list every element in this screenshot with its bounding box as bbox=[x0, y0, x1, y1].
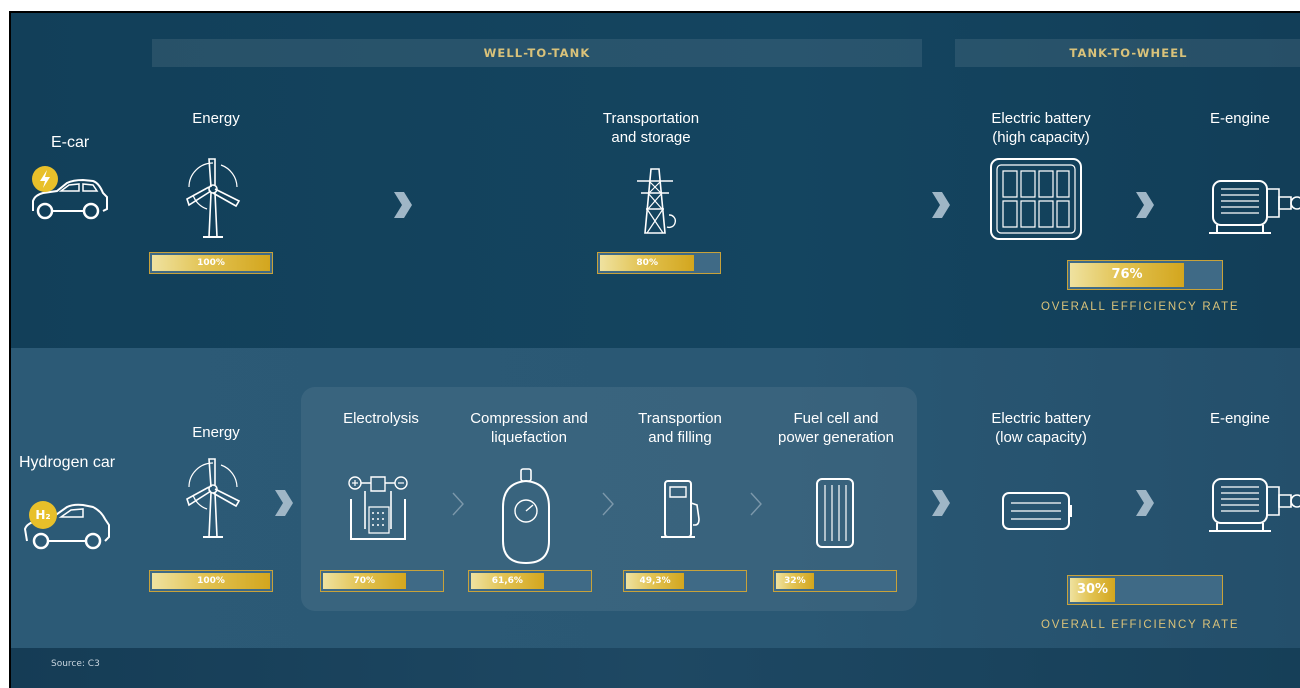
chevron-right-icon bbox=[1136, 192, 1154, 218]
chevron-right-icon bbox=[932, 490, 950, 516]
footer-band bbox=[11, 648, 1300, 688]
ecar-energy-value: 100% bbox=[197, 258, 225, 268]
hydrogen-transport-bar: 49,3% bbox=[623, 570, 747, 592]
hydrogen-energy-value: 100% bbox=[197, 576, 225, 586]
chevron-right-icon bbox=[452, 492, 464, 516]
ecar-energy-bar: 100% bbox=[149, 252, 273, 274]
wind-turbine-icon bbox=[181, 451, 245, 543]
small-battery-icon bbox=[1001, 491, 1075, 531]
hydrogen-energy-bar: 100% bbox=[149, 570, 273, 592]
electric-motor-icon bbox=[1207, 473, 1300, 535]
ecar-step-energy-label: Energy bbox=[192, 110, 240, 127]
chevron-right-icon bbox=[275, 490, 293, 516]
source-note: Source: C3 bbox=[51, 659, 100, 669]
large-battery-icon bbox=[989, 157, 1083, 241]
hydrogen-step-transport-label: Transportion and filling bbox=[638, 410, 722, 446]
hydrogen-car-label: Hydrogen car bbox=[19, 454, 116, 471]
hydrogen-step-energy-label: Energy bbox=[192, 424, 240, 441]
hydrogen-fuelcell-bar: 32% bbox=[773, 570, 897, 592]
hydrogen-step-fuelcell-label: Fuel cell and power generation bbox=[778, 410, 894, 446]
ecar-step-transport-label: Transportation and storage bbox=[602, 110, 700, 146]
hydrogen-electrolysis-bar: 70% bbox=[320, 570, 444, 592]
hydrogen-fuelcell-value: 32% bbox=[784, 576, 806, 586]
chevron-right-icon bbox=[394, 192, 412, 218]
lightning-icon bbox=[32, 166, 58, 192]
efficiency-diagram: WELL-TO-TANK TANK-TO-WHEEL E-car Energy … bbox=[9, 11, 1300, 688]
ecar-overall-bar: 76% bbox=[1067, 260, 1223, 290]
chevron-right-icon bbox=[602, 492, 614, 516]
fuel-cell-icon bbox=[813, 477, 857, 549]
wind-turbine-icon bbox=[181, 151, 245, 243]
electric-motor-icon bbox=[1207, 175, 1300, 237]
hydrogen-overall-bar: 30% bbox=[1067, 575, 1223, 605]
fuel-pump-icon bbox=[661, 479, 705, 541]
hydrogen-badge: H₂ bbox=[29, 501, 57, 529]
hydrogen-overall-value: 30% bbox=[1076, 582, 1109, 597]
well-to-tank-header: WELL-TO-TANK bbox=[152, 39, 922, 67]
ecar-label: E-car bbox=[51, 134, 90, 151]
tank-to-wheel-header: TANK-TO-WHEEL bbox=[955, 39, 1300, 67]
ecar-step-battery-label: Electric battery (high capacity) bbox=[991, 110, 1091, 146]
power-pylon-icon bbox=[631, 165, 679, 235]
ecar-transport-value: 80% bbox=[636, 258, 658, 268]
hydrogen-compression-value: 61,6% bbox=[491, 576, 523, 586]
hydrogen-step-compression-label: Compression and liquefaction bbox=[470, 410, 588, 446]
chevron-right-icon bbox=[1136, 490, 1154, 516]
hydrogen-overall-label: OVERALL EFFICIENCY RATE bbox=[1041, 619, 1240, 631]
hydrogen-compression-bar: 61,6% bbox=[468, 570, 592, 592]
hydrogen-step-engine-label: E-engine bbox=[1209, 410, 1271, 427]
ecar-overall-value: 76% bbox=[1111, 267, 1143, 282]
chevron-right-icon bbox=[932, 192, 950, 218]
hydrogen-step-electrolysis-label: Electrolysis bbox=[343, 410, 419, 427]
hydrogen-electrolysis-value: 70% bbox=[353, 576, 376, 586]
electrolysis-icon bbox=[345, 473, 411, 543]
hydrogen-transport-value: 49,3% bbox=[639, 576, 671, 586]
chevron-right-icon bbox=[750, 492, 762, 516]
ecar-step-engine-label: E-engine bbox=[1209, 110, 1271, 127]
ecar-transport-bar: 80% bbox=[597, 252, 721, 274]
ecar-overall-label: OVERALL EFFICIENCY RATE bbox=[1041, 301, 1240, 313]
hydrogen-step-battery-label: Electric battery (low capacity) bbox=[991, 410, 1091, 446]
gas-tank-icon bbox=[495, 467, 559, 567]
